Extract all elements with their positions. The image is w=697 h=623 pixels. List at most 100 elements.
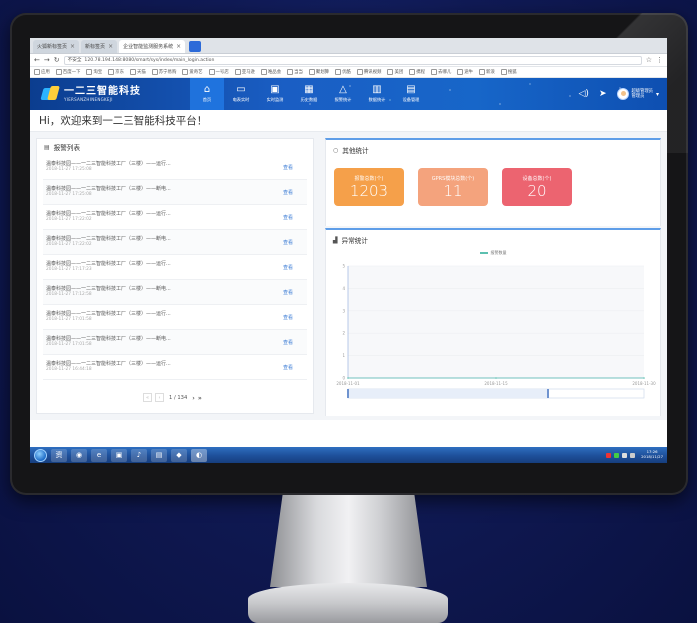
clock[interactable]: 17:26 2018/11/27 <box>641 450 663 459</box>
bookmark-item[interactable]: 京东 <box>108 69 124 75</box>
bookmark-item[interactable]: 新浪 <box>479 69 495 75</box>
menu-icon[interactable]: ⋮ <box>656 56 663 64</box>
bar-chart-icon: ▟ <box>333 236 338 244</box>
app-logo[interactable]: 一二三智能科技 YIERSANZHINENGKEJI <box>30 84 190 104</box>
alarm-row: 温泰科技园——一二三智能科技工厂（三楼）——运行... 2018-11-27 17… <box>43 305 307 330</box>
nav-item-2[interactable]: ▣ 实时监测 <box>258 78 292 110</box>
send-icon[interactable]: ➤ <box>599 89 607 99</box>
url-input[interactable]: 不安全 120.78.194.148:8080/smart/sys/index/… <box>63 55 642 65</box>
view-alarm-link[interactable]: 查看 <box>283 189 307 196</box>
next-page-button[interactable]: › <box>192 394 195 402</box>
page-info: 1 / 134 <box>169 394 188 401</box>
logo-title: 一二三智能科技 <box>64 85 141 97</box>
taskbar-app-icon[interactable]: 资 <box>51 448 67 462</box>
nav-label: 数据统计 <box>368 97 386 102</box>
bookmark-item[interactable]: 美团 <box>387 69 403 75</box>
nav-item-5[interactable]: ▥ 数据统计 <box>360 78 394 110</box>
alarm-time: 2018-11-27 17:01:58 <box>46 317 92 323</box>
taskbar-app-icon[interactable]: ▤ <box>151 448 167 462</box>
tray-icon[interactable] <box>606 452 612 458</box>
taskbar-app-icon[interactable]: ▣ <box>111 448 127 462</box>
alarm-row: 温泰科技园——一二三智能科技工厂（三楼）——运行... 2018-11-27 17… <box>43 255 307 280</box>
browser-tab[interactable]: 火狐新标签页 × <box>33 40 80 53</box>
taskbar-app-icon[interactable]: ♪ <box>131 448 147 462</box>
forward-icon[interactable]: → <box>44 56 50 64</box>
bookmark-item[interactable]: 天猫 <box>130 69 146 75</box>
reload-icon[interactable]: ↻ <box>54 56 60 64</box>
alarm-panel-title: 报警列表 <box>53 144 81 152</box>
bookmark-item[interactable]: 腾讯视频 <box>357 69 382 75</box>
bookmark-item[interactable]: 苏宁易购 <box>152 69 177 75</box>
bookmark-item[interactable]: 优酷 <box>335 69 351 75</box>
bookmark-item[interactable]: 亚马逊 <box>235 69 255 75</box>
browser-tab[interactable]: 新标签页 × <box>81 40 118 53</box>
bookmark-item[interactable]: 爱奇艺 <box>182 69 202 75</box>
browser-tab-active[interactable]: 企业智能监测服务系统 × <box>119 40 186 53</box>
stat-value: 1203 <box>349 182 389 200</box>
nav-item-3[interactable]: ▦ 历史数据 <box>292 78 326 110</box>
stat-card-1[interactable]: GPRS模块总数(个) 11 <box>418 168 488 206</box>
view-alarm-link[interactable]: 查看 <box>283 214 307 221</box>
view-alarm-link[interactable]: 查看 <box>283 164 307 171</box>
nav-item-4[interactable]: △ 报警统计 <box>326 78 360 110</box>
bookmark-item[interactable]: 应用 <box>34 69 50 75</box>
tray-icon[interactable] <box>614 452 620 458</box>
back-icon[interactable]: ← <box>34 56 40 64</box>
taskbar-app-icon[interactable]: e <box>91 448 107 462</box>
alarm-time: 2018-11-27 17:22:02 <box>46 242 92 248</box>
nav-icon: △ <box>339 84 347 95</box>
bookmark-item[interactable]: 搜狐 <box>501 69 517 75</box>
bookmark-item[interactable]: 去哪儿 <box>431 69 451 75</box>
list-icon: ▤ <box>44 143 50 151</box>
user-menu[interactable]: 超级管理员 管理员 ▾ <box>616 88 659 100</box>
stat-card-2[interactable]: 设备总数(个) 20 <box>502 168 572 206</box>
taskbar-app-icon[interactable]: ◆ <box>171 448 187 462</box>
new-tab-button[interactable] <box>189 41 202 52</box>
network-icon[interactable] <box>622 452 628 458</box>
first-page-button[interactable]: « <box>143 393 152 402</box>
nav-icon: ▣ <box>270 84 280 95</box>
view-alarm-link[interactable]: 查看 <box>283 239 307 246</box>
taskbar-app-icon[interactable]: ◐ <box>191 448 207 462</box>
alarm-time: 2018-11-27 17:17:23 <box>46 267 92 273</box>
bookmark-item[interactable]: 一号店 <box>209 69 229 75</box>
taskbar-app-icon[interactable]: ◉ <box>71 448 87 462</box>
star-icon[interactable]: ☆ <box>646 56 652 64</box>
close-icon[interactable]: × <box>70 43 75 50</box>
view-alarm-link[interactable]: 查看 <box>283 314 307 321</box>
view-alarm-link[interactable]: 查看 <box>283 289 307 296</box>
pagination: « ‹ 1 / 134 › » <box>143 393 202 402</box>
data-point <box>347 377 349 379</box>
bookmark-item[interactable]: 唯品会 <box>261 69 281 75</box>
nav-label: 设备管理 <box>402 97 420 102</box>
stat-label: GPRS模块总数(个) <box>431 176 475 182</box>
nav-item-0[interactable]: ⌂ 首页 <box>190 78 224 110</box>
nav-item-1[interactable]: ▭ 电表实时 <box>224 78 258 110</box>
tab-label: 企业智能监测服务系统 <box>123 44 174 50</box>
view-alarm-link[interactable]: 查看 <box>283 339 307 346</box>
alarm-time: 2018-11-27 17:25:08 <box>46 192 92 198</box>
bookmark-item[interactable]: 聚划算 <box>309 69 329 75</box>
y-tick-label: 3 <box>342 308 345 313</box>
bookmark-item[interactable]: 淘宝 <box>86 69 102 75</box>
close-icon[interactable]: × <box>176 43 181 50</box>
view-alarm-link[interactable]: 查看 <box>283 264 307 271</box>
view-alarm-link[interactable]: 查看 <box>283 364 307 371</box>
stat-card-0[interactable]: 报警总数(个) 1203 <box>334 168 404 206</box>
prev-page-button[interactable]: ‹ <box>155 393 164 402</box>
speaker-icon[interactable]: ◁) <box>579 89 589 99</box>
close-icon[interactable]: × <box>108 43 113 50</box>
nav-label: 首页 <box>202 97 212 102</box>
volume-icon[interactable] <box>630 452 636 458</box>
alarm-panel: ▤ 报警列表 温泰科技园——一二三智能科技工厂（三楼）——运行... 2018-1… <box>36 138 314 414</box>
bookmark-item[interactable]: 百度一下 <box>56 69 81 75</box>
dashboard-content: Hi，欢迎来到一二三智能科技平台！ ▤ 报警列表 温泰科技园——一二三智能科技工… <box>30 110 667 420</box>
clock-date: 2018/11/27 <box>641 454 663 459</box>
last-page-button[interactable]: » <box>198 394 202 402</box>
bookmark-item[interactable]: 当当 <box>287 69 303 75</box>
start-button[interactable] <box>34 448 47 462</box>
bookmark-item[interactable]: 途牛 <box>457 69 473 75</box>
bookmark-item[interactable]: 携程 <box>409 69 425 75</box>
data-point <box>643 377 645 379</box>
nav-item-6[interactable]: ▤ 设备管理 <box>394 78 428 110</box>
